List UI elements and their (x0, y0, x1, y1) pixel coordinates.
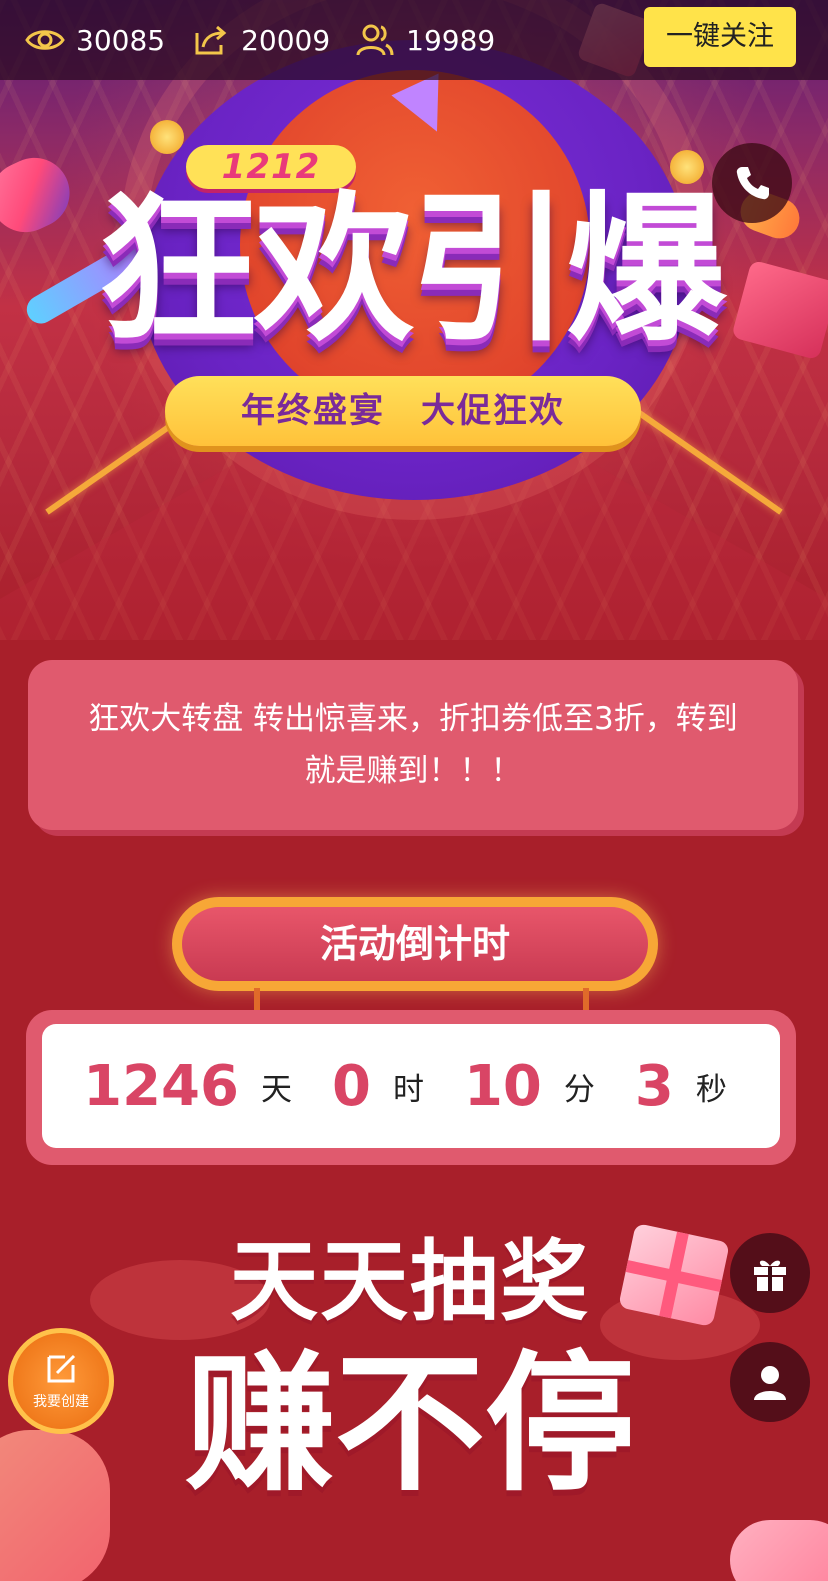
countdown-timer: 1246 天 0 时 10 分 3 秒 (42, 1024, 780, 1148)
countdown-days-unit: 天 (260, 1071, 292, 1108)
hero-subtitle: 年终盛宴 大促狂欢 (165, 376, 641, 446)
user-button[interactable] (730, 1342, 810, 1422)
phone-icon (736, 167, 769, 200)
countdown-minutes: 10 (463, 1053, 542, 1119)
users-icon (356, 24, 394, 56)
page: 1212 狂欢引爆 年终盛宴 大促狂欢 30085 20009 19989 一键… (0, 0, 828, 1581)
user-icon (754, 1366, 786, 1400)
gift-icon (754, 1260, 786, 1291)
countdown-days: 1246 (83, 1053, 239, 1119)
banner-line-1: 天天抽奖 (229, 1230, 590, 1333)
follow-button[interactable]: 一键关注 (644, 7, 796, 67)
eye-icon (25, 30, 65, 50)
description-card: 狂欢大转盘 转出惊喜来，折扣券低至3折，转到就是赚到！！！ (28, 660, 798, 830)
views-count: 30085 (76, 23, 166, 57)
hero-title: 狂欢引爆 (97, 176, 726, 363)
share-icon (195, 25, 227, 55)
shares-stat: 20009 (189, 0, 330, 80)
countdown-title: 活动倒计时 (182, 907, 648, 981)
views-stat: 30085 (24, 0, 165, 80)
gift-button[interactable] (730, 1233, 810, 1313)
blob-decoration (0, 1430, 110, 1581)
hero-banner: 1212 狂欢引爆 年终盛宴 大促狂欢 (0, 0, 828, 640)
shares-count: 20009 (241, 23, 331, 57)
countdown-seconds-unit: 秒 (695, 1071, 727, 1108)
countdown-hours-unit: 时 (392, 1071, 424, 1108)
description-text: 狂欢大转盘 转出惊喜来，折扣券低至3折，转到就是赚到！！！ (88, 701, 738, 789)
countdown-seconds: 3 (634, 1053, 674, 1119)
coin-decoration (150, 120, 184, 154)
stats-bar: 30085 20009 19989 一键关注 (0, 0, 828, 80)
blob-decoration (730, 1520, 828, 1581)
create-button[interactable]: 我要创建 (8, 1328, 114, 1434)
participants-stat: 19989 (354, 0, 495, 80)
edit-icon (47, 1354, 76, 1383)
countdown-hours: 0 (331, 1053, 371, 1119)
countdown-minutes-unit: 分 (563, 1071, 595, 1108)
phone-button[interactable] (712, 143, 792, 223)
create-button-label: 我要创建 (33, 1394, 89, 1410)
participants-count: 19989 (406, 23, 496, 57)
banner-line-2: 赚不停 (184, 1338, 635, 1512)
